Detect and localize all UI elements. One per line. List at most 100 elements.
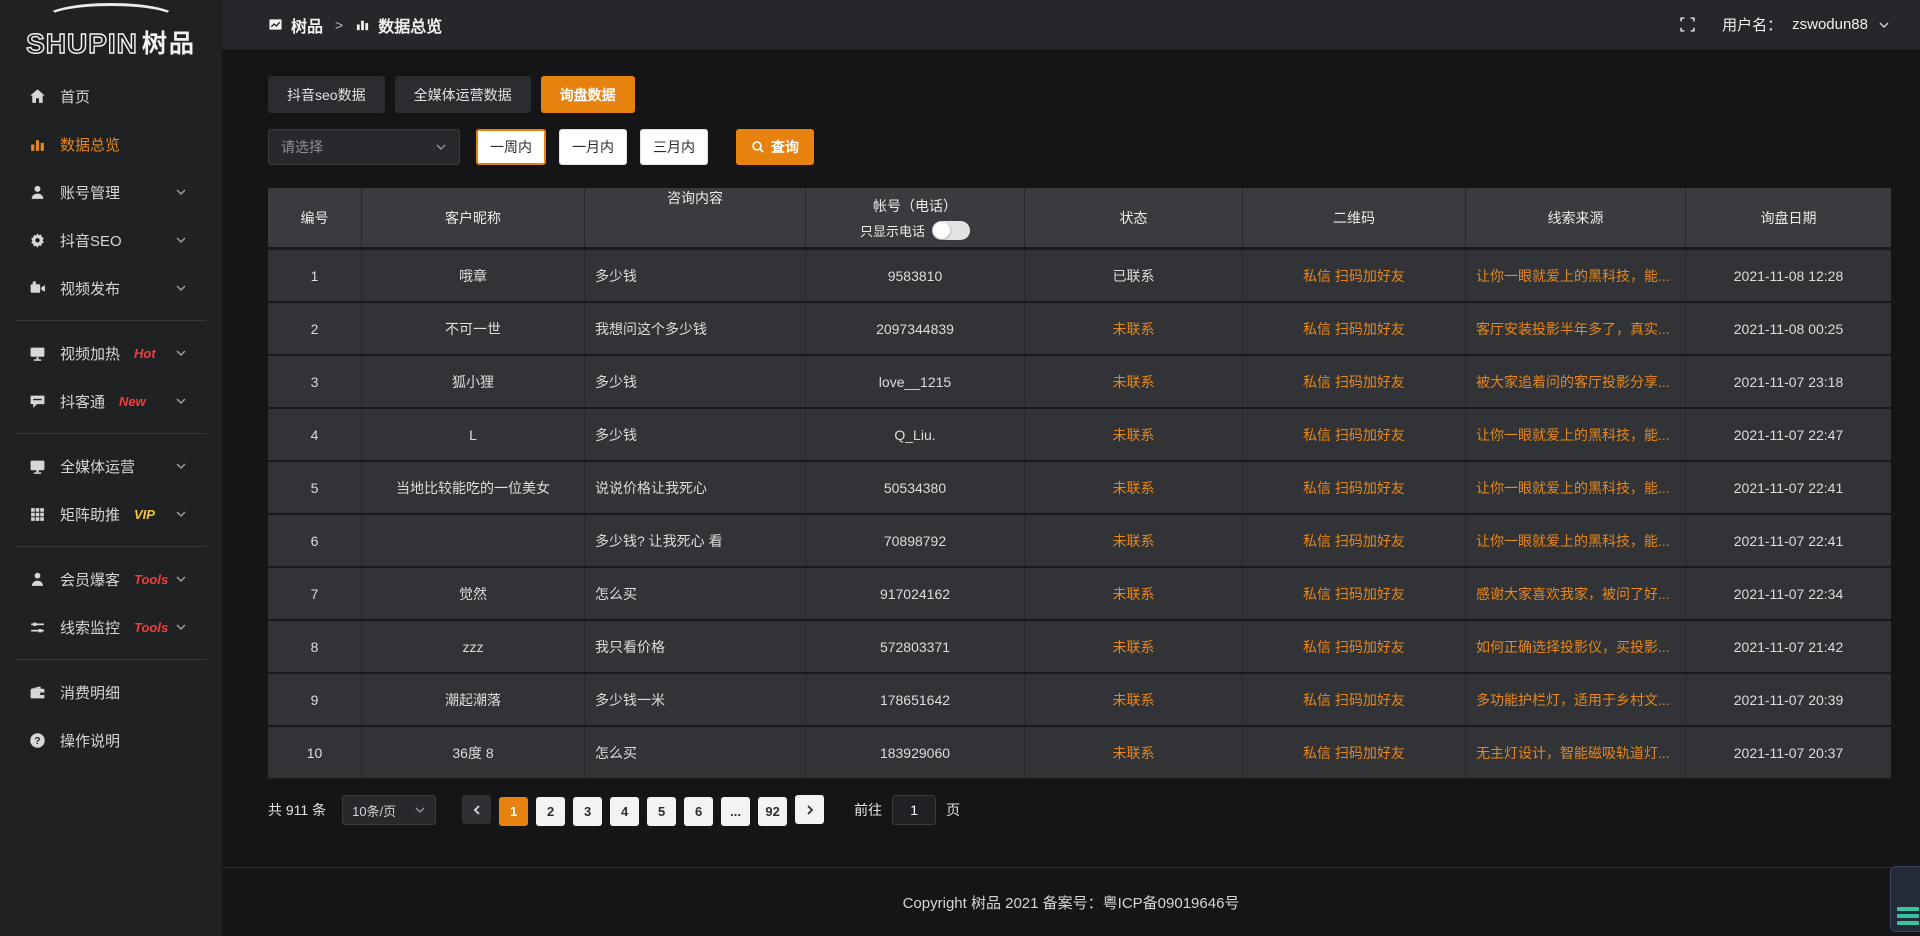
cell-status: 未联系 xyxy=(1025,727,1243,778)
breadcrumb-site[interactable]: 树品 xyxy=(291,13,323,37)
pagination: 共 911 条 10条/页 123456...92 前往 页 xyxy=(268,795,1891,826)
monitor-icon xyxy=(28,458,46,475)
goto-page-input[interactable] xyxy=(892,795,936,825)
page-button-6[interactable]: 6 xyxy=(684,797,713,826)
page-ellipsis-button[interactable]: ... xyxy=(721,797,750,826)
cell-content: 说说价格让我死心 xyxy=(585,462,806,513)
sidebar-item-video-publish[interactable]: 视频发布 xyxy=(0,264,222,312)
question-icon: ? xyxy=(28,732,46,749)
search-button[interactable]: 查询 xyxy=(736,129,814,165)
page-button-92[interactable]: 92 xyxy=(758,797,787,826)
sidebar-item-home[interactable]: 首页 xyxy=(0,72,222,120)
total-count-label: 共 911 条 xyxy=(268,800,326,820)
sidebar-item-label: 消费明细 xyxy=(60,682,120,703)
cell-account: 572803371 xyxy=(806,621,1025,672)
bar-chart-icon xyxy=(28,136,46,153)
col-header-qrcode: 二维码 xyxy=(1243,188,1466,247)
sidebar-item-data-overview[interactable]: 数据总览 xyxy=(0,120,222,168)
table-row: 6多少钱? 让我死心 看70898792未联系私信 扫码加好友让你一眼就爱上的黑… xyxy=(268,515,1891,568)
sidebar-item-douyin-seo[interactable]: 抖音SEO xyxy=(0,216,222,264)
cell-qrcode-link[interactable]: 私信 扫码加好友 xyxy=(1243,409,1466,460)
cell-date: 2021-11-07 23:18 xyxy=(1686,356,1891,407)
next-page-button[interactable] xyxy=(795,795,824,824)
cell-index: 8 xyxy=(268,621,362,672)
sidebar-item-label: 线索监控 xyxy=(60,617,120,638)
tab-douyin-seo-data[interactable]: 抖音seo数据 xyxy=(268,76,385,113)
gear-icon xyxy=(28,232,46,249)
sidebar-item-member-burst[interactable]: 会员爆客Tools xyxy=(0,555,222,603)
chevron-down-icon xyxy=(172,234,190,246)
cell-qrcode-link[interactable]: 私信 扫码加好友 xyxy=(1243,674,1466,725)
cell-date: 2021-11-07 22:41 xyxy=(1686,462,1891,513)
sidebar-item-consume-detail[interactable]: 消费明细 xyxy=(0,668,222,716)
chevron-down-icon[interactable] xyxy=(1878,19,1890,31)
cell-source-link[interactable]: 客厅安装投影半年多了，真实... xyxy=(1466,303,1686,354)
cell-qrcode-link[interactable]: 私信 扫码加好友 xyxy=(1243,515,1466,566)
period-three-month[interactable]: 三月内 xyxy=(640,129,708,165)
sidebar-item-badge: Hot xyxy=(134,346,156,361)
sidebar-item-help[interactable]: ? 操作说明 xyxy=(0,716,222,764)
sliders-icon xyxy=(28,619,46,636)
tab-inquiry-data[interactable]: 询盘数据 xyxy=(541,76,635,113)
cell-qrcode-link[interactable]: 私信 扫码加好友 xyxy=(1243,727,1466,778)
filter-select[interactable]: 请选择 xyxy=(268,129,460,165)
phone-only-toggle[interactable] xyxy=(932,221,970,240)
fullscreen-icon[interactable] xyxy=(1679,16,1696,33)
period-one-month[interactable]: 一月内 xyxy=(559,129,627,165)
sidebar-item-account-manage[interactable]: 账号管理 xyxy=(0,168,222,216)
cell-source-link[interactable]: 让你一眼就爱上的黑科技，能... xyxy=(1466,250,1686,301)
phone-toggle-row: 只显示电话 xyxy=(860,221,970,240)
copyright-text: Copyright 树品 2021 备案号：粤ICP备09019646号 xyxy=(903,892,1240,913)
page-unit-label: 页 xyxy=(946,800,960,820)
page-button-4[interactable]: 4 xyxy=(610,797,639,826)
page-button-5[interactable]: 5 xyxy=(647,797,676,826)
sidebar-item-clue-monitor[interactable]: 线索监控Tools xyxy=(0,603,222,651)
sidebar-item-douketong[interactable]: 抖客通New xyxy=(0,377,222,425)
prev-page-button[interactable] xyxy=(462,795,491,824)
breadcrumb-page: 数据总览 xyxy=(378,13,442,37)
cell-qrcode-link[interactable]: 私信 扫码加好友 xyxy=(1243,250,1466,301)
cell-source-link[interactable]: 无主灯设计，智能磁吸轨道灯... xyxy=(1466,727,1686,778)
sidebar-item-label: 视频发布 xyxy=(60,278,120,299)
logo-arc-icon xyxy=(45,3,177,33)
cell-source-link[interactable]: 被大家追着问的客厅投影分享... xyxy=(1466,356,1686,407)
cell-status: 未联系 xyxy=(1025,674,1243,725)
footer: Copyright 树品 2021 备案号：粤ICP备09019646号 xyxy=(222,867,1920,936)
breadcrumb: 树品 > 数据总览 xyxy=(268,13,442,37)
username-value[interactable]: zswodun88 xyxy=(1792,16,1868,33)
cell-qrcode-link[interactable]: 私信 扫码加好友 xyxy=(1243,303,1466,354)
sidebar-item-matrix-boost[interactable]: 矩阵助推VIP xyxy=(0,490,222,538)
search-button-label: 查询 xyxy=(771,137,799,157)
cell-source-link[interactable]: 感谢大家喜欢我家，被问了好... xyxy=(1466,568,1686,619)
table-row: 5当地比较能吃的一位美女说说价格让我死心50534380未联系私信 扫码加好友让… xyxy=(268,462,1891,515)
cell-source-link[interactable]: 如何正确选择投影仪，买投影... xyxy=(1466,621,1686,672)
cell-qrcode-link[interactable]: 私信 扫码加好友 xyxy=(1243,356,1466,407)
cell-account: 178651642 xyxy=(806,674,1025,725)
page-size-select[interactable]: 10条/页 xyxy=(342,795,436,825)
widget-line xyxy=(1897,921,1919,925)
sidebar-item-label: 矩阵助推 xyxy=(60,504,120,525)
sidebar-item-media-operation[interactable]: 全媒体运营 xyxy=(0,442,222,490)
cell-index: 5 xyxy=(268,462,362,513)
cell-qrcode-link[interactable]: 私信 扫码加好友 xyxy=(1243,568,1466,619)
sidebar-item-label: 操作说明 xyxy=(60,730,120,751)
cell-nickname: L xyxy=(362,409,585,460)
period-one-week[interactable]: 一周内 xyxy=(476,129,546,165)
page-button-3[interactable]: 3 xyxy=(573,797,602,826)
page-button-1[interactable]: 1 xyxy=(499,797,528,826)
cell-source-link[interactable]: 让你一眼就爱上的黑科技，能... xyxy=(1466,515,1686,566)
sidebar-item-video-heat[interactable]: 视频加热Hot xyxy=(0,329,222,377)
cell-source-link[interactable]: 多功能护栏灯，适用于乡村文... xyxy=(1466,674,1686,725)
cell-qrcode-link[interactable]: 私信 扫码加好友 xyxy=(1243,621,1466,672)
cell-source-link[interactable]: 让你一眼就爱上的黑科技，能... xyxy=(1466,462,1686,513)
floating-widget[interactable] xyxy=(1890,866,1920,932)
cell-qrcode-link[interactable]: 私信 扫码加好友 xyxy=(1243,462,1466,513)
sidebar-menu: 首页数据总览账号管理抖音SEO视频发布视频加热Hot抖客通New全媒体运营矩阵助… xyxy=(0,72,222,764)
cell-source-link[interactable]: 让你一眼就爱上的黑科技，能... xyxy=(1466,409,1686,460)
sidebar-item-badge: New xyxy=(119,394,146,409)
page-button-2[interactable]: 2 xyxy=(536,797,565,826)
tab-media-operation-data[interactable]: 全媒体运营数据 xyxy=(395,76,531,113)
logo[interactable]: SHUPIN 树品 xyxy=(0,0,222,72)
cell-index: 6 xyxy=(268,515,362,566)
col-header-nickname: 客户昵称 xyxy=(362,188,585,247)
